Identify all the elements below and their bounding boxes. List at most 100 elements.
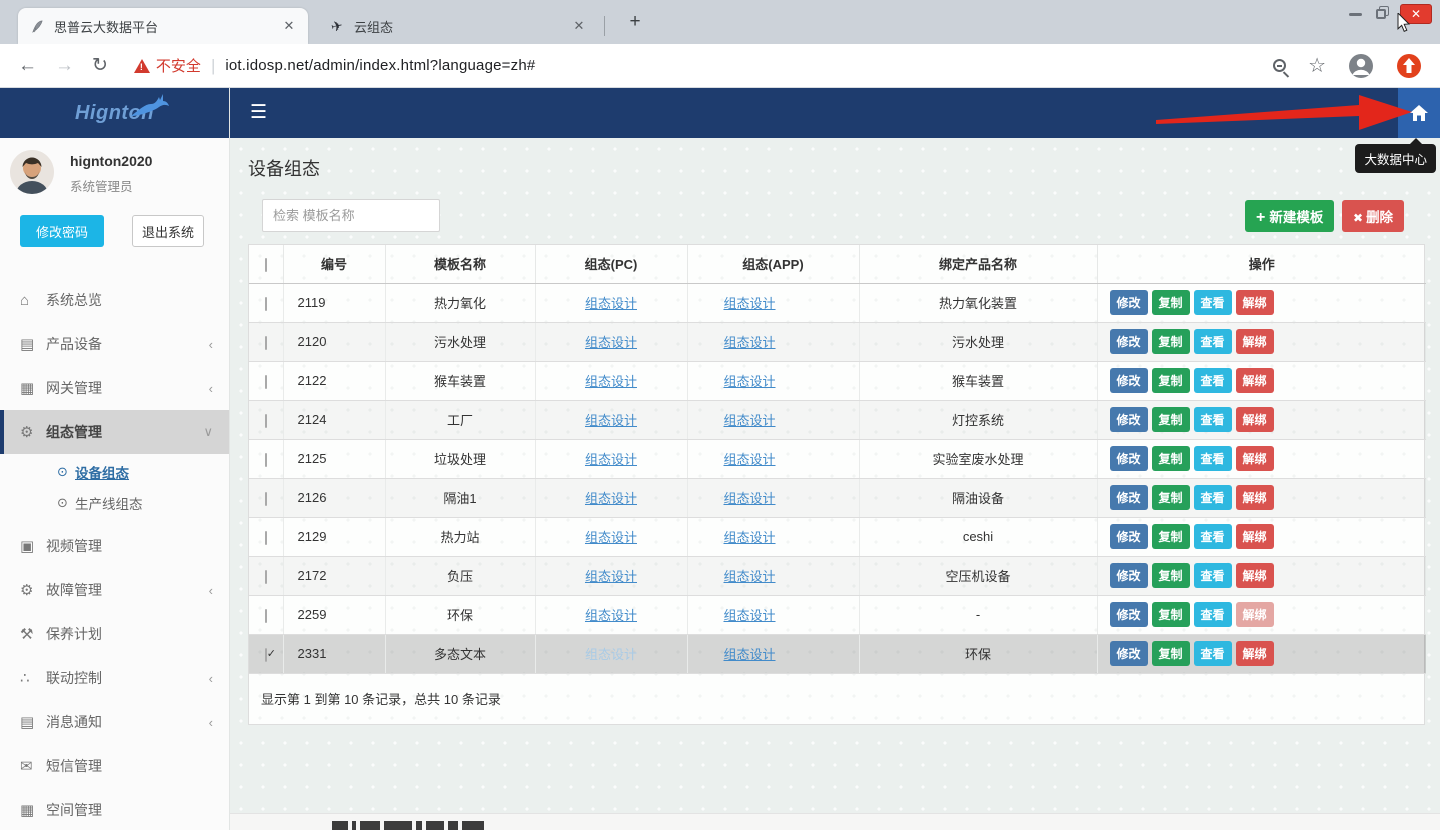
sidebar-item-空间管理[interactable]: ▦空间管理	[0, 788, 229, 830]
change-password-button[interactable]: 修改密码	[20, 215, 104, 247]
sidebar-item-视频管理[interactable]: ▣视频管理	[0, 524, 229, 568]
home-button[interactable]	[1398, 88, 1440, 138]
tab-close-icon[interactable]: ✕	[280, 17, 298, 35]
view-button[interactable]: 查看	[1194, 329, 1232, 354]
row-checkbox[interactable]	[265, 492, 267, 506]
new-tab-button[interactable]: +	[622, 12, 648, 34]
pc-design-link[interactable]: 组态设计	[585, 374, 637, 389]
view-button[interactable]: 查看	[1194, 368, 1232, 393]
row-checkbox[interactable]	[265, 297, 267, 311]
copy-button[interactable]: 复制	[1152, 329, 1190, 354]
extension-badge-icon[interactable]	[1396, 53, 1422, 79]
app-design-link[interactable]: 组态设计	[724, 296, 776, 311]
copy-button[interactable]: 复制	[1152, 368, 1190, 393]
unbind-button[interactable]: 解绑	[1236, 602, 1274, 627]
sidebar-item-保养计划[interactable]: ⚒保养计划	[0, 612, 229, 656]
unbind-button[interactable]: 解绑	[1236, 329, 1274, 354]
view-button[interactable]: 查看	[1194, 407, 1232, 432]
app-design-link[interactable]: 组态设计	[724, 413, 776, 428]
row-checkbox[interactable]	[265, 648, 267, 662]
bookmark-star-icon[interactable]: ☆	[1308, 56, 1326, 76]
edit-button[interactable]: 修改	[1110, 485, 1148, 510]
unbind-button[interactable]: 解绑	[1236, 641, 1274, 666]
view-button[interactable]: 查看	[1194, 290, 1232, 315]
app-design-link[interactable]: 组态设计	[724, 608, 776, 623]
security-chip[interactable]: ! 不安全 |	[134, 55, 225, 76]
sidebar-item-故障管理[interactable]: ⚙故障管理‹	[0, 568, 229, 612]
unbind-button[interactable]: 解绑	[1236, 524, 1274, 549]
pc-design-link[interactable]: 组态设计	[585, 647, 637, 662]
back-icon[interactable]: ←	[18, 55, 37, 77]
copy-button[interactable]: 复制	[1152, 524, 1190, 549]
app-design-link[interactable]: 组态设计	[724, 335, 776, 350]
row-checkbox[interactable]	[265, 375, 267, 389]
unbind-button[interactable]: 解绑	[1236, 485, 1274, 510]
copy-button[interactable]: 复制	[1152, 407, 1190, 432]
app-design-link[interactable]: 组态设计	[724, 374, 776, 389]
edit-button[interactable]: 修改	[1110, 563, 1148, 588]
copy-button[interactable]: 复制	[1152, 485, 1190, 510]
row-checkbox[interactable]	[265, 609, 267, 623]
edit-button[interactable]: 修改	[1110, 641, 1148, 666]
url-text[interactable]: iot.idosp.net/admin/index.html?language=…	[225, 57, 535, 74]
app-design-link[interactable]: 组态设计	[724, 491, 776, 506]
zoom-out-icon[interactable]	[1273, 59, 1286, 72]
edit-button[interactable]: 修改	[1110, 407, 1148, 432]
edit-button[interactable]: 修改	[1110, 290, 1148, 315]
pc-design-link[interactable]: 组态设计	[585, 296, 637, 311]
view-button[interactable]: 查看	[1194, 485, 1232, 510]
view-button[interactable]: 查看	[1194, 524, 1232, 549]
pc-design-link[interactable]: 组态设计	[585, 413, 637, 428]
select-all-header[interactable]	[249, 245, 283, 283]
pc-design-link[interactable]: 组态设计	[585, 452, 637, 467]
edit-button[interactable]: 修改	[1110, 329, 1148, 354]
row-checkbox[interactable]	[265, 570, 267, 584]
edit-button[interactable]: 修改	[1110, 602, 1148, 627]
browser-tab-inactive[interactable]: ✈ 云组态 ✕	[318, 8, 598, 44]
forward-icon[interactable]: →	[55, 55, 74, 77]
view-button[interactable]: 查看	[1194, 446, 1232, 471]
unbind-button[interactable]: 解绑	[1236, 446, 1274, 471]
search-input[interactable]	[262, 199, 440, 232]
sidebar-item-联动控制[interactable]: ∴联动控制‹	[0, 656, 229, 700]
sidebar-item-系统总览[interactable]: ⌂系统总览	[0, 278, 229, 322]
app-design-link[interactable]: 组态设计	[724, 647, 776, 662]
reload-icon[interactable]: ↻	[92, 54, 108, 77]
sidebar-item-产品设备[interactable]: ▤产品设备‹	[0, 322, 229, 366]
row-checkbox[interactable]	[265, 336, 267, 350]
unbind-button[interactable]: 解绑	[1236, 290, 1274, 315]
pc-design-link[interactable]: 组态设计	[585, 530, 637, 545]
window-minimize-button[interactable]	[1349, 13, 1362, 16]
row-checkbox[interactable]	[265, 531, 267, 545]
copy-button[interactable]: 复制	[1152, 446, 1190, 471]
row-checkbox[interactable]	[265, 453, 267, 467]
view-button[interactable]: 查看	[1194, 602, 1232, 627]
pc-design-link[interactable]: 组态设计	[585, 608, 637, 623]
view-button[interactable]: 查看	[1194, 563, 1232, 588]
app-design-link[interactable]: 组态设计	[724, 569, 776, 584]
tab-close-icon[interactable]: ✕	[570, 17, 588, 35]
copy-button[interactable]: 复制	[1152, 641, 1190, 666]
view-button[interactable]: 查看	[1194, 641, 1232, 666]
pc-design-link[interactable]: 组态设计	[585, 335, 637, 350]
unbind-button[interactable]: 解绑	[1236, 368, 1274, 393]
pc-design-link[interactable]: 组态设计	[585, 569, 637, 584]
edit-button[interactable]: 修改	[1110, 446, 1148, 471]
app-design-link[interactable]: 组态设计	[724, 530, 776, 545]
unbind-button[interactable]: 解绑	[1236, 407, 1274, 432]
select-all-checkbox[interactable]	[265, 258, 267, 272]
logout-button[interactable]: 退出系统	[132, 215, 204, 247]
pc-design-link[interactable]: 组态设计	[585, 491, 637, 506]
profile-icon[interactable]	[1348, 53, 1374, 79]
copy-button[interactable]: 复制	[1152, 602, 1190, 627]
delete-button[interactable]: 删除	[1342, 200, 1404, 232]
hamburger-menu-icon[interactable]: ☰	[250, 101, 267, 124]
submenu-item-设备组态[interactable]: ⊙设备组态	[0, 456, 229, 487]
sidebar-item-组态管理[interactable]: ⚙组态管理∨	[0, 410, 229, 454]
window-restore-button[interactable]	[1376, 9, 1386, 19]
submenu-item-生产线组态[interactable]: ⊙生产线组态	[0, 487, 229, 518]
edit-button[interactable]: 修改	[1110, 524, 1148, 549]
edit-button[interactable]: 修改	[1110, 368, 1148, 393]
copy-button[interactable]: 复制	[1152, 563, 1190, 588]
unbind-button[interactable]: 解绑	[1236, 563, 1274, 588]
